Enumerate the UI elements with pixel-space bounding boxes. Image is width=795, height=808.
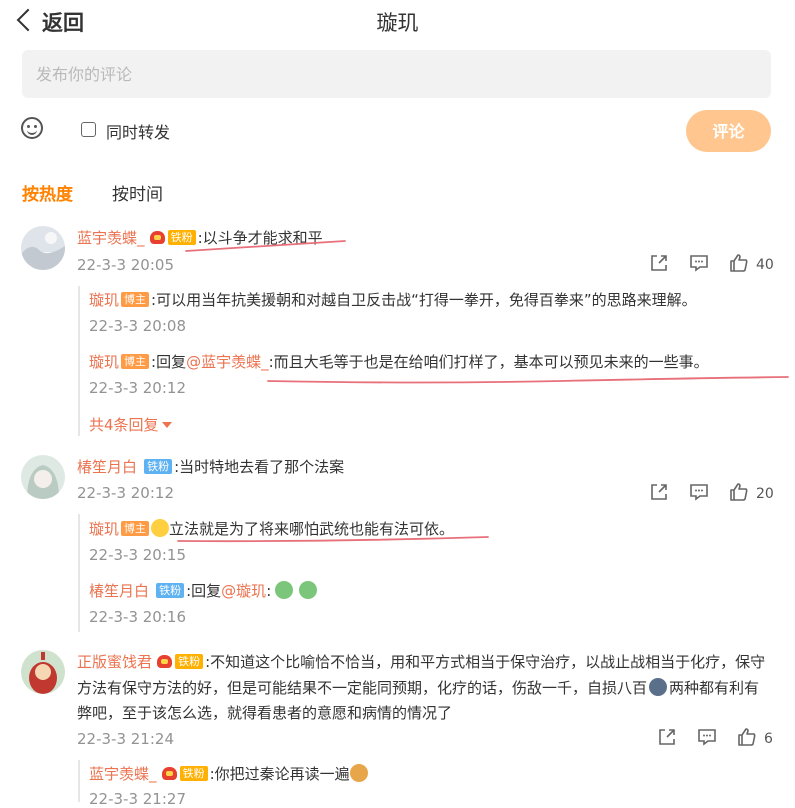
- reply-header: 蓝宇羡蝶_ 铁粉:你把过秦论再读一遍: [89, 763, 368, 784]
- reply-header: 璇玑 博主:回复@蓝宇羡蝶_:而且大毛等于也是在给咱们打样了，基本可以预见未来的一…: [89, 351, 709, 372]
- host-badge: 博主: [121, 521, 150, 536]
- mention-link[interactable]: @璇玑: [221, 582, 266, 600]
- comment-text: 方法有保守方法的好，但是可能结果不一定能同预期，化疗的话，伤敌一千，自损八百: [77, 679, 648, 697]
- reply-username[interactable]: 璇玑: [89, 520, 119, 538]
- kiss-emoji-icon: [151, 519, 170, 537]
- comment-header: 正版蜜饯君 铁粉:不知道这个比喻恰不恰当，用和平方式相当于保守治疗，以战止战相当…: [77, 651, 765, 672]
- comment-time: 22-3-3 21:24: [77, 730, 174, 748]
- fan-crown-icon: [157, 655, 173, 668]
- tab-sort-hot[interactable]: 按热度: [22, 184, 73, 206]
- comment-time: 22-3-3 20:05: [77, 256, 174, 274]
- reply-time: 22-3-3 21:27: [89, 790, 186, 808]
- reply-text: 立法就是为了将来哪怕武统也能有法可依。: [169, 520, 455, 538]
- reply-username[interactable]: 璇玑: [89, 291, 119, 309]
- reply-time: 22-3-3 20:16: [89, 608, 186, 626]
- caret-down-icon: [161, 422, 172, 428]
- submit-comment-button[interactable]: 评论: [686, 110, 771, 152]
- avatar[interactable]: [21, 650, 65, 694]
- comment-text: 弊吧，至于该怎么选，就得看患者的意愿和病情的情况了: [77, 704, 453, 722]
- reply-text: :: [266, 582, 272, 600]
- avatar[interactable]: [21, 455, 65, 499]
- like-icon[interactable]: [729, 253, 749, 273]
- comment-header: 椿笙月白 铁粉:当时特地去看了那个法案: [77, 456, 344, 477]
- reply-username[interactable]: 椿笙月白: [89, 582, 149, 600]
- like-count: 6: [764, 731, 773, 747]
- comment-text: :不知道这个比喻恰不恰当，用和平方式相当于保守治疗，以战止战相当于化疗，保守: [205, 653, 766, 671]
- back-button[interactable]: 返回: [42, 8, 84, 38]
- comment-username[interactable]: 正版蜜饯君: [77, 653, 152, 671]
- reply-time: 22-3-3 20:15: [89, 546, 186, 564]
- repost-checkbox[interactable]: [81, 122, 96, 137]
- reply-thread-divider: [78, 514, 80, 632]
- back-chevron-icon[interactable]: [16, 8, 40, 32]
- fan-badge: 铁粉: [175, 654, 204, 669]
- share-icon[interactable]: [649, 482, 669, 502]
- comment-text: 两种都有利有: [669, 679, 760, 697]
- repost-label: 同时转发: [106, 123, 171, 142]
- comment-icon[interactable]: [689, 253, 709, 273]
- fan-crown-icon: [161, 767, 177, 780]
- share-icon[interactable]: [649, 253, 669, 273]
- reply-time: 22-3-3 20:08: [89, 317, 186, 335]
- comment-header: 蓝宇羡蝶_ 铁粉:以斗争才能求和平: [77, 227, 323, 248]
- reply-header: 椿笙月白 铁粉:回复@璇玑:: [89, 580, 318, 601]
- crying-emoji-icon: [649, 678, 668, 696]
- fan-badge: 铁粉: [156, 583, 185, 598]
- like-icon[interactable]: [737, 727, 757, 747]
- comment-icon[interactable]: [689, 482, 709, 502]
- comment-text: :以斗争才能求和平: [197, 229, 323, 247]
- reply-thread-divider: [78, 760, 80, 802]
- like-icon[interactable]: [729, 482, 749, 502]
- reply-header: 璇玑 博主 立法就是为了将来哪怕武统也能有法可依。: [89, 518, 454, 539]
- comment-time: 22-3-3 20:12: [77, 484, 174, 502]
- like-count: 20: [756, 486, 774, 502]
- reply-thread-divider: [78, 286, 80, 436]
- page-title: 璇玑: [376, 11, 419, 35]
- avatar[interactable]: [21, 226, 65, 270]
- reply-username[interactable]: 蓝宇羡蝶_: [89, 765, 157, 783]
- reply-username[interactable]: 璇玑: [89, 353, 119, 371]
- comment-input[interactable]: [22, 50, 771, 98]
- reply-text: :可以用当年抗美援朝和对越自卫反击战“打得一拳开，免得百拳来”的思路来理解。: [151, 291, 697, 309]
- reply-text: :而且大毛等于也是在给咱们打样了，基本可以预见未来的一些事。: [268, 353, 709, 371]
- reply-text: :你把过秦论再读一遍: [209, 765, 350, 783]
- fan-crown-icon: [149, 231, 165, 244]
- reply-prefix: :回复: [151, 353, 187, 371]
- tab-sort-time[interactable]: 按时间: [112, 184, 163, 206]
- comment-username[interactable]: 椿笙月白: [77, 458, 137, 476]
- sticker-icon: [299, 581, 318, 599]
- comment-icon[interactable]: [697, 727, 717, 747]
- host-badge: 博主: [121, 354, 150, 369]
- more-replies-link[interactable]: 共4条回复: [89, 414, 172, 435]
- reply-time: 22-3-3 20:12: [89, 379, 186, 397]
- mention-link[interactable]: @蓝宇羡蝶_: [186, 353, 269, 371]
- more-replies-label: 共4条回复: [89, 416, 159, 434]
- emoji-icon[interactable]: [21, 117, 43, 139]
- comment-username[interactable]: 蓝宇羡蝶_: [77, 229, 145, 247]
- reply-prefix: :回复: [186, 582, 222, 600]
- comment-text-line: 方法有保守方法的好，但是可能结果不一定能同预期，化疗的话，伤敌一千，自损八百 两种…: [77, 677, 759, 698]
- like-count: 40: [756, 257, 774, 273]
- fan-badge: 铁粉: [144, 459, 173, 474]
- comment-text: :当时特地去看了那个法案: [174, 458, 345, 476]
- fan-badge: 铁粉: [179, 766, 208, 781]
- host-badge: 博主: [121, 292, 150, 307]
- share-icon[interactable]: [657, 727, 677, 747]
- sticker-icon: [275, 581, 294, 599]
- cat-emoji-icon: [349, 764, 368, 782]
- underline-stroke: [267, 376, 789, 384]
- fan-badge: 铁粉: [167, 230, 196, 245]
- reply-header: 璇玑 博主:可以用当年抗美援朝和对越自卫反击战“打得一拳开，免得百拳来”的思路来理…: [89, 289, 697, 310]
